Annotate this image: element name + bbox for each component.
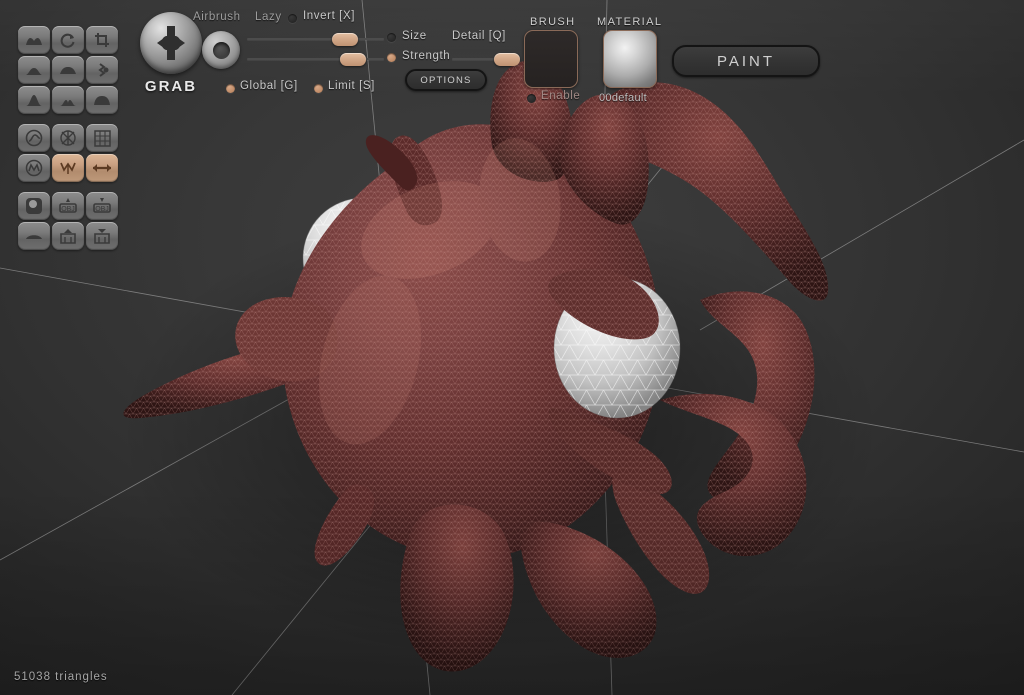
global-toggle[interactable] [226, 84, 235, 93]
detail-slider-handle[interactable] [494, 52, 521, 66]
tool-group-display-tools [18, 124, 118, 182]
brush-section-label: BRUSH [530, 16, 576, 28]
limit-toggle[interactable] [314, 84, 323, 93]
tool-symmetry[interactable] [18, 124, 50, 152]
material-section-label: MATERIAL [597, 16, 663, 28]
detail-label: Detail [Q] [452, 30, 506, 42]
tool-mask-clear[interactable] [52, 124, 84, 152]
strength-toggle[interactable] [387, 53, 396, 62]
material-swatch[interactable] [603, 30, 657, 88]
tool-obj-import[interactable]: OBJ [52, 192, 84, 220]
active-tool-label: GRAB [144, 78, 198, 95]
limit-label: Limit [S] [328, 80, 375, 92]
tool-obj-export[interactable]: OBJ [86, 192, 118, 220]
strength-slider[interactable] [247, 52, 384, 66]
invert-toggle[interactable] [288, 14, 297, 23]
size-toggle[interactable] [387, 33, 396, 42]
material-name: 00default [599, 92, 647, 104]
detail-slider[interactable] [452, 52, 521, 66]
airbrush-knob-icon[interactable] [202, 31, 240, 69]
tool-save-file[interactable] [86, 222, 118, 250]
size-slider-handle[interactable] [331, 32, 358, 46]
tool-open-file[interactable] [52, 222, 84, 250]
tool-sphere[interactable] [18, 192, 50, 220]
global-label: Global [G] [240, 80, 298, 92]
status-triangle-count: 51038 triangles [14, 671, 108, 683]
tool-group-file-tools: OBJ OBJ [18, 192, 118, 250]
brush-enable-toggle[interactable] [527, 94, 536, 103]
tool-plane[interactable] [18, 222, 50, 250]
tool-mirror[interactable] [18, 154, 50, 182]
size-label: Size [402, 30, 427, 42]
size-slider[interactable] [247, 32, 384, 46]
tool-scale[interactable] [86, 154, 118, 182]
tool-wireframe[interactable] [52, 154, 84, 182]
top-control-bar: GRAB Airbrush Lazy Invert [X] Size Stren… [0, 0, 1024, 112]
svg-text:OBJ: OBJ [61, 206, 75, 213]
strength-label: Strength [402, 50, 451, 62]
options-button[interactable]: OPTIONS [405, 69, 487, 91]
brush-enable-label: Enable [541, 90, 581, 102]
paint-button[interactable]: PAINT [672, 45, 820, 77]
lazy-label: Lazy [255, 11, 282, 23]
tool-grid[interactable] [86, 124, 118, 152]
svg-text:OBJ: OBJ [95, 206, 109, 213]
invert-label: Invert [X] [303, 10, 356, 22]
brush-swatch[interactable] [524, 30, 578, 88]
airbrush-label: Airbrush [193, 11, 241, 23]
strength-slider-handle[interactable] [340, 52, 367, 66]
